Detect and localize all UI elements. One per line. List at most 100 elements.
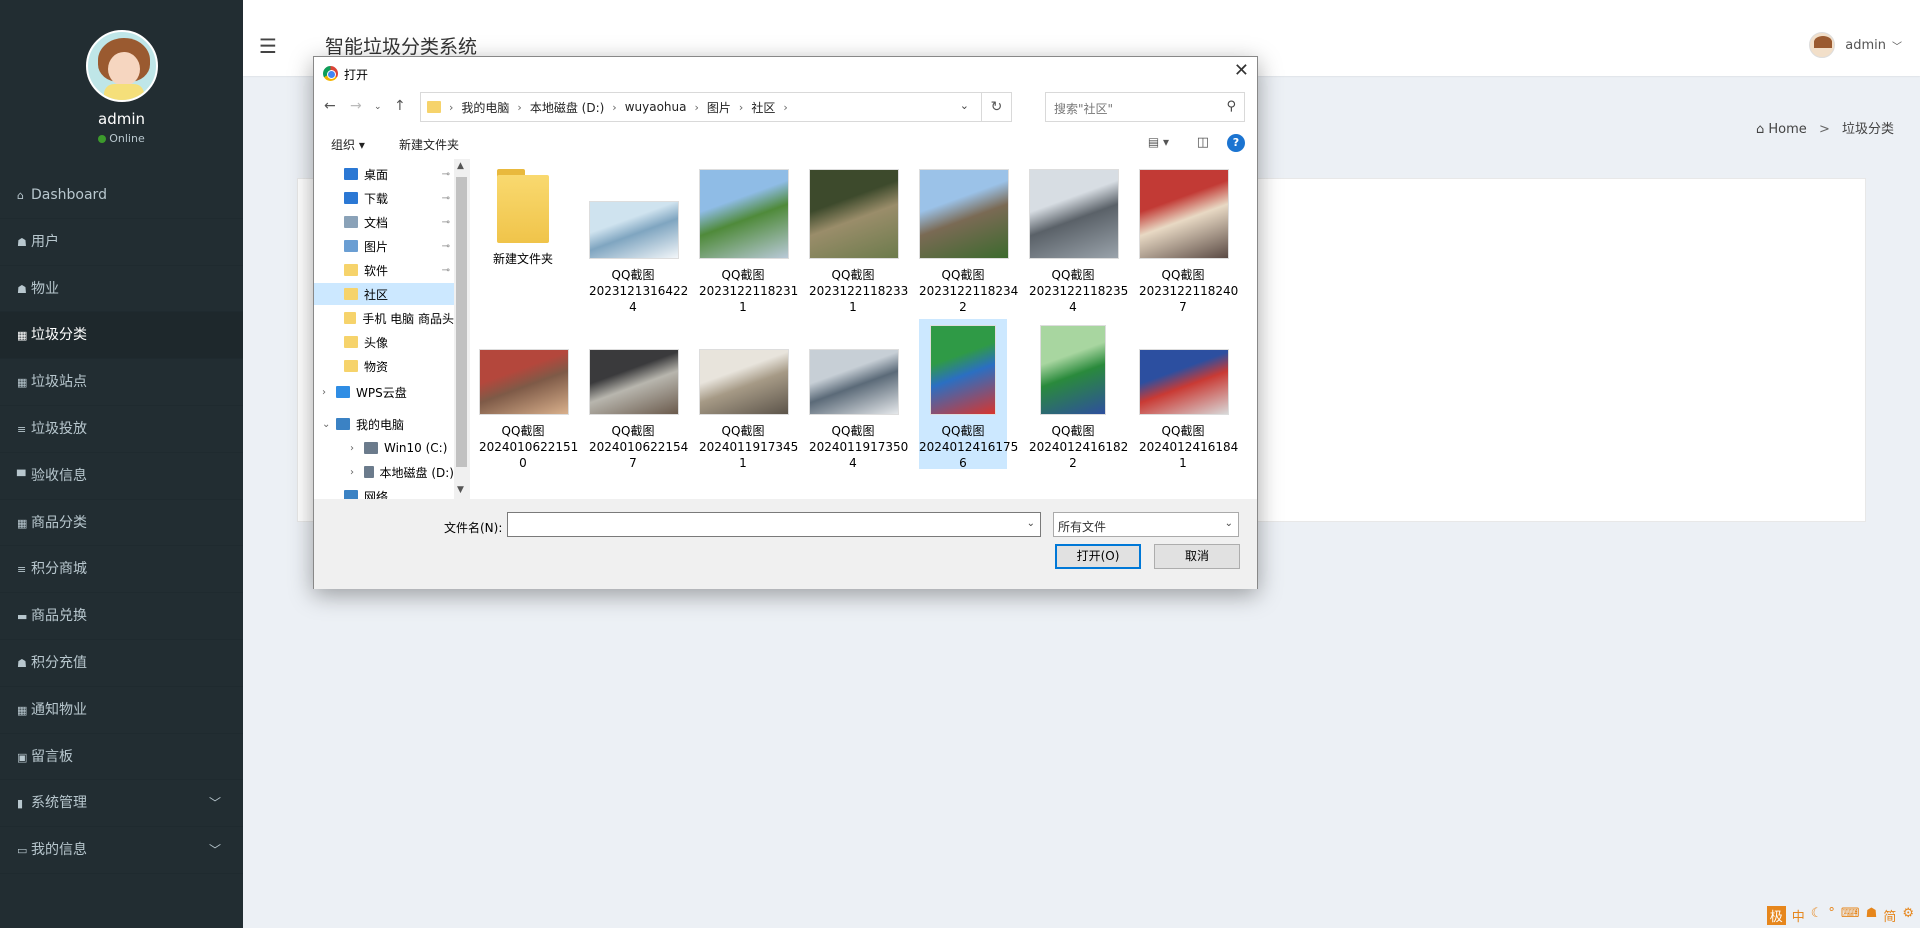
- folder-icon: [427, 101, 441, 113]
- file-item[interactable]: QQ截图 2023122118235 4: [1029, 163, 1128, 314]
- address-dropdown-icon[interactable]: ⌄: [960, 99, 969, 112]
- file-item[interactable]: QQ截图 2023122118233 1: [809, 163, 908, 314]
- chevron-down-icon[interactable]: ⌄: [1027, 518, 1035, 529]
- user-menu[interactable]: admin ﹀: [1809, 32, 1902, 58]
- folder-icon: [364, 442, 378, 454]
- tree-item-label: 桌面: [364, 167, 389, 182]
- sidebar-item[interactable]: ▬ 商品兑换: [0, 593, 243, 640]
- tree-item[interactable]: 社区: [314, 283, 454, 305]
- sidebar-item[interactable]: ☗ 物业: [0, 266, 243, 313]
- back-arrow-icon[interactable]: ←: [324, 98, 336, 114]
- tree-item[interactable]: 图片 ⊸: [314, 235, 454, 257]
- preview-pane-icon[interactable]: ◫: [1197, 135, 1209, 150]
- sidebar-item[interactable]: ▦ 商品分类: [0, 500, 243, 547]
- forward-arrow-icon[interactable]: →: [350, 98, 362, 114]
- status-badge: Online: [0, 132, 243, 145]
- file-item[interactable]: QQ截图 2024012416182 2: [1029, 319, 1128, 470]
- organize-button[interactable]: 组织 ▾: [331, 136, 365, 153]
- file-name: QQ截图: [941, 268, 985, 282]
- ime-button[interactable]: 简: [1883, 906, 1896, 925]
- tree-item[interactable]: › WPS云盘: [314, 381, 454, 403]
- file-item[interactable]: QQ截图 2024011917345 1: [699, 319, 798, 470]
- file-item[interactable]: QQ截图 2023122118240 7: [1139, 163, 1238, 314]
- sidebar-item[interactable]: ⌂ Dashboard: [0, 172, 243, 219]
- file-item[interactable]: QQ截图 2024010622154 7: [589, 319, 688, 470]
- tree-item[interactable]: 下载 ⊸: [314, 187, 454, 209]
- sidebar-item[interactable]: ▦ 垃圾站点: [0, 359, 243, 406]
- tree-item[interactable]: 网络: [314, 485, 454, 499]
- folder-icon: [344, 360, 358, 372]
- folder-icon: [336, 386, 350, 398]
- scroll-up-icon[interactable]: ▲: [457, 161, 464, 171]
- tree-item[interactable]: 桌面 ⊸: [314, 163, 454, 185]
- sidebar-item[interactable]: ≡ 垃圾投放: [0, 406, 243, 453]
- sidebar-item[interactable]: ≡ 积分商城: [0, 546, 243, 594]
- tree-item[interactable]: › Win10 (C:): [314, 437, 454, 459]
- sidebar-item[interactable]: ▣ 留言板: [0, 734, 243, 781]
- tree-item-label: 我的电脑: [356, 417, 405, 432]
- tree-item[interactable]: 软件 ⊸: [314, 259, 454, 281]
- address-segment[interactable]: 我的电脑: [461, 99, 509, 116]
- expand-icon[interactable]: ›: [350, 443, 354, 454]
- ime-button[interactable]: 中: [1792, 906, 1805, 925]
- address-bar[interactable]: › 我的电脑 › 本地磁盘 (D:) › wuyaohua › 图片 › 社区 › ⌄ ↻: [420, 92, 1012, 122]
- view-options-icon[interactable]: ▤ ▾: [1148, 135, 1169, 149]
- expand-icon[interactable]: ›: [350, 467, 354, 478]
- file-item[interactable]: QQ截图 2024012416184 1: [1139, 319, 1238, 470]
- tree-item[interactable]: 头像: [314, 331, 454, 353]
- address-segment[interactable]: 图片: [707, 99, 731, 116]
- open-button[interactable]: 打开(O): [1055, 544, 1141, 569]
- tree-item[interactable]: ⌄ 我的电脑: [314, 413, 454, 435]
- filename-input[interactable]: ⌄: [507, 512, 1041, 537]
- tree-item[interactable]: 物资: [314, 355, 454, 377]
- ime-button[interactable]: ☗: [1866, 906, 1878, 925]
- file-item[interactable]: QQ截图 2024011917350 4: [809, 319, 908, 470]
- menu-toggle-icon[interactable]: ☰: [259, 34, 277, 58]
- tree-item[interactable]: 文档 ⊸: [314, 211, 454, 233]
- recent-chevron-icon[interactable]: ⌄: [374, 102, 382, 112]
- scroll-thumb[interactable]: [456, 177, 467, 467]
- filetype-select[interactable]: 所有文件 ⌄: [1053, 512, 1239, 537]
- expand-icon[interactable]: ›: [322, 387, 326, 398]
- refresh-icon[interactable]: ↻: [981, 93, 1011, 121]
- up-arrow-icon[interactable]: ↑: [394, 98, 406, 114]
- sidebar-item[interactable]: ☗ 用户: [0, 219, 243, 266]
- image-thumbnail: [589, 201, 679, 259]
- ime-logo-icon[interactable]: 极: [1766, 906, 1786, 925]
- ime-button[interactable]: ⚙: [1902, 906, 1914, 925]
- scroll-down-icon[interactable]: ▼: [457, 485, 464, 495]
- new-folder-button[interactable]: 新建文件夹: [399, 136, 459, 153]
- file-name-line3: 1: [739, 456, 747, 470]
- sidebar-item[interactable]: ▮ 系统管理 ﹀: [0, 780, 243, 828]
- file-item[interactable]: QQ截图 2023122118234 2: [919, 163, 1018, 314]
- grid-icon: ▦: [17, 376, 28, 390]
- file-item[interactable]: QQ截图 2023122118231 1: [699, 163, 798, 314]
- tree-scrollbar[interactable]: ▲ ▼: [454, 159, 470, 499]
- breadcrumb-home[interactable]: Home: [1768, 122, 1806, 137]
- file-name-line3: 2: [959, 300, 967, 314]
- sidebar-item[interactable]: ▦ 垃圾分类: [0, 312, 243, 360]
- sidebar-item[interactable]: ▀ 验收信息: [0, 453, 243, 500]
- close-icon[interactable]: ✕: [1234, 60, 1249, 81]
- ime-button[interactable]: ⌨: [1841, 906, 1860, 925]
- file-item[interactable]: QQ截图 2024012416175 6: [919, 319, 1018, 470]
- ime-button[interactable]: °: [1828, 906, 1835, 925]
- ime-button[interactable]: ☾: [1811, 906, 1823, 925]
- sidebar-item[interactable]: ▦ 通知物业: [0, 687, 243, 734]
- tree-item[interactable]: › 本地磁盘 (D:): [314, 461, 454, 483]
- tree-item[interactable]: 手机 电脑 商品头: [314, 307, 454, 329]
- file-item[interactable]: QQ截图 2024010622151 0: [479, 319, 578, 470]
- help-icon[interactable]: ?: [1227, 134, 1245, 152]
- file-item[interactable]: QQ截图 2023121316422 4: [589, 163, 688, 314]
- address-segment[interactable]: wuyaohua: [625, 100, 687, 114]
- sidebar-item[interactable]: ☗ 积分充值: [0, 640, 243, 687]
- cancel-button[interactable]: 取消: [1154, 544, 1240, 569]
- folder-item[interactable]: 新建文件夹: [479, 163, 567, 313]
- address-segment[interactable]: 本地磁盘 (D:): [530, 99, 604, 116]
- sidebar-item[interactable]: ▭ 我的信息 ﹀: [0, 827, 243, 874]
- list-icon: ≡: [17, 563, 27, 577]
- folder-icon: [344, 490, 358, 499]
- address-segment[interactable]: 社区: [751, 99, 775, 116]
- search-input[interactable]: 搜索"社区" ⚲: [1045, 92, 1245, 122]
- collapse-icon[interactable]: ⌄: [322, 419, 330, 430]
